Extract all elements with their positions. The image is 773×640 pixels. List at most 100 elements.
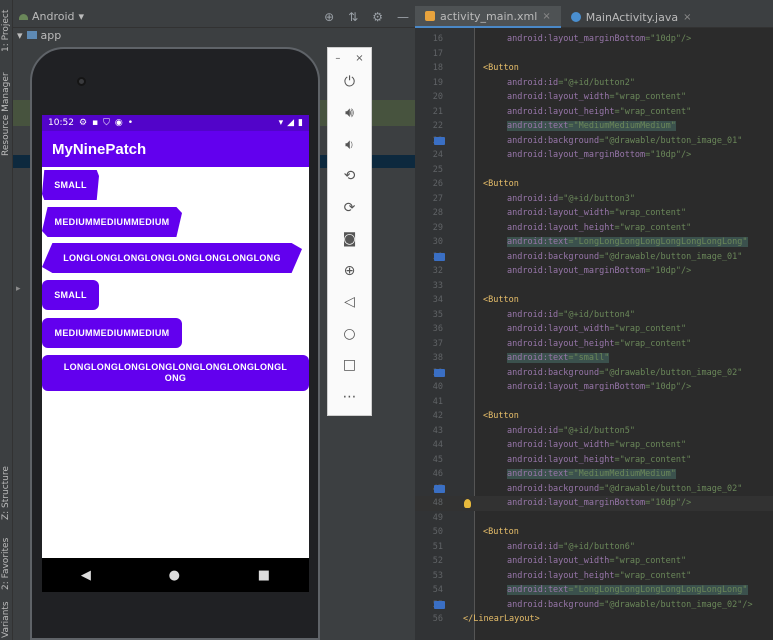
chevron-right-icon[interactable]: ▸ [16,284,21,294]
code-line[interactable]: 54 android:text="LongLongLongLongLongLong… [415,583,773,598]
code-line[interactable]: 45 android:layout_height="wrap_content" [415,453,773,468]
back-icon[interactable]: ◁ [328,289,371,315]
code-line[interactable]: 47android:background="@drawable/button_i… [415,482,773,497]
drawable-preview-icon[interactable] [434,136,445,145]
code-line[interactable]: 49 [415,511,773,526]
code-text: android:layout_width="wrap_content" [507,92,687,102]
line-number: 52 [432,556,443,566]
code-line[interactable]: 52 android:layout_width="wrap_content" [415,554,773,569]
code-line[interactable]: 41 [415,395,773,410]
drawable-preview-icon[interactable] [434,484,445,493]
code-line[interactable]: 46 android:text="MediumMediumMedium" [415,467,773,482]
drawable-preview-icon[interactable] [434,368,445,377]
code-line[interactable]: 36 android:layout_width="wrap_content" [415,322,773,337]
code-line[interactable]: 39android:background="@drawable/button_i… [415,366,773,381]
code-line[interactable]: 19 android:id="@+id/button2" [415,76,773,91]
code-text: android:layout_marginBottom="10dp"/> [507,266,692,276]
emulator-screen[interactable]: 10:52 ⚙ ▪ ⛉ ◉ • ▾ ◢ ▮ MyNinePatch SMALL … [42,115,309,558]
lightbulb-icon[interactable] [464,499,471,508]
code-line[interactable]: 31android:background="@drawable/button_i… [415,250,773,265]
power-icon[interactable]: ⏻ [328,69,371,95]
code-line[interactable]: 32 android:layout_marginBottom="10dp"/> [415,264,773,279]
code-line[interactable]: 50 <Button [415,525,773,540]
volume-down-icon[interactable]: 🔉︎ [328,132,371,158]
code-line[interactable]: 30 android:text="LongLongLongLongLongLong… [415,235,773,250]
code-line[interactable]: 29 android:layout_height="wrap_content" [415,221,773,236]
zoom-icon[interactable]: ⊕ [328,258,371,284]
resource-tab-label: Resource Manager [1,72,11,156]
small-button[interactable]: SMALL [42,170,99,200]
code-line[interactable]: 18 <Button [415,61,773,76]
tab-label: activity_main.xml [440,9,538,23]
gear-icon[interactable]: ⚙ [372,10,383,24]
code-line[interactable]: 26 <Button [415,177,773,192]
home-nav-icon[interactable]: ● [169,568,180,583]
code-line[interactable]: 25 [415,163,773,178]
code-line[interactable]: 34 <Button [415,293,773,308]
tab-activity-main-xml[interactable]: activity_main.xml × [415,6,561,28]
line-number: 32 [432,266,443,276]
line-number: 33 [432,280,443,291]
long-button[interactable]: LONGLONGLONGLONGLONGLONGLONGLONG [42,243,302,273]
code-line[interactable]: 48 android:layout_marginBottom="10dp"/> [415,496,773,511]
code-line[interactable]: 38 android:text="small" [415,351,773,366]
code-line[interactable]: 24 android:layout_marginBottom="10dp"/> [415,148,773,163]
collapse-icon[interactable]: ⇅ [348,10,358,24]
code-text: android:background="@drawable/button_ima… [507,135,743,146]
minimize-icon[interactable]: – [335,53,340,64]
code-line[interactable]: 16 android:layout_marginBottom="10dp"/> [415,32,773,47]
code-line[interactable]: 40 android:layout_marginBottom="10dp"/> [415,380,773,395]
code-text: android:layout_height="wrap_content" [507,454,692,465]
project-view-selector[interactable]: Android ▾ [13,10,84,23]
tab-mainactivity-java[interactable]: MainActivity.java × [561,6,702,28]
chevron-down-icon: ▾ [17,28,23,42]
code-editor[interactable]: 16 android:layout_marginBottom="10dp"/> 17… [415,28,773,640]
overview-icon[interactable]: □ [328,352,371,378]
code-line[interactable]: 51 android:id="@+id/button6" [415,540,773,555]
rotate-left-icon[interactable]: ⟲ [328,163,371,189]
medium-button-2[interactable]: MEDIUMMEDIUMMEDIUM [42,318,182,348]
close-icon[interactable]: × [355,53,363,64]
code-line[interactable]: 23android:background="@drawable/button_i… [415,134,773,149]
code-line[interactable]: 33 [415,279,773,294]
close-icon[interactable]: × [683,12,691,23]
code-text: android:background="@drawable/button_ima… [507,367,743,378]
code-line[interactable]: 44 android:layout_width="wrap_content" [415,438,773,453]
medium-button[interactable]: MEDIUMMEDIUMMEDIUM [42,207,182,237]
code-line[interactable]: 20 android:layout_width="wrap_content" [415,90,773,105]
recents-nav-icon[interactable]: ■ [258,568,270,583]
rotate-right-icon[interactable]: ⟳ [328,195,371,221]
close-icon[interactable]: × [542,11,550,22]
drawable-preview-icon[interactable] [434,252,445,261]
tree-item-app[interactable]: ▾ app [13,28,415,42]
code-line[interactable]: 28 android:layout_width="wrap_content" [415,206,773,221]
code-line[interactable]: 56 </LinearLayout> [415,612,773,627]
code-line[interactable]: 37 android:layout_height="wrap_content" [415,337,773,352]
camera-icon[interactable]: ◙ [328,226,371,252]
java-file-icon [570,12,581,22]
drawable-preview-icon[interactable] [434,600,445,609]
more-icon[interactable]: ⋯ [328,384,371,410]
code-line[interactable]: 43 android:id="@+id/button5" [415,424,773,439]
home-icon[interactable]: ○ [328,321,371,347]
code-line[interactable]: 22 android:text="MediumMediumMedium" [415,119,773,134]
code-line[interactable]: 53 android:layout_height="wrap_content" [415,569,773,584]
code-text: android:text="LongLongLongLongLongLongLo… [507,585,748,595]
locate-icon[interactable]: ⊕ [324,10,334,24]
long-button-2[interactable]: LONGLONGLONGLONGLONGLONGLONGLONGL ONG [42,355,309,391]
line-number: 27 [432,193,443,204]
front-camera [77,77,86,86]
volume-up-icon[interactable]: 🔊︎ [328,100,371,126]
line-number: 48 [432,498,443,508]
code-text: android:layout_height="wrap_content" [507,106,692,117]
code-line[interactable]: 17 [415,47,773,62]
code-line[interactable]: 55android:background="@drawable/button_i… [415,598,773,613]
hide-icon[interactable]: — [397,10,409,24]
variants-tab-label: Variants [1,601,11,638]
code-line[interactable]: 35 android:id="@+id/button4" [415,308,773,323]
small-button-2[interactable]: SMALL [42,280,99,310]
code-line[interactable]: 27 android:id="@+id/button3" [415,192,773,207]
back-nav-icon[interactable]: ◀ [81,568,91,583]
code-line[interactable]: 42 <Button [415,409,773,424]
code-line[interactable]: 21 android:layout_height="wrap_content" [415,105,773,120]
